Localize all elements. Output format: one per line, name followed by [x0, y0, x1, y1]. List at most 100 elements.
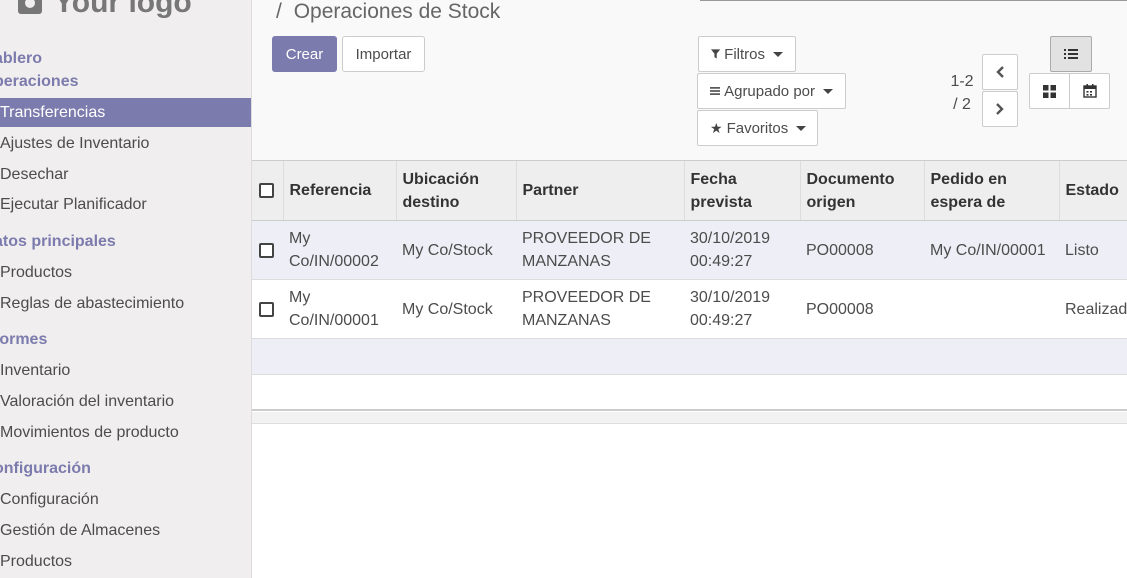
cell-text: Co/IN/00001: [289, 312, 379, 329]
sidebar-item-reglas-abastecimiento[interactable]: Reglas de abastecimiento: [0, 289, 251, 318]
sidebar-item-transferencias[interactable]: Transferencias: [0, 98, 251, 127]
filters-label: Filtros: [724, 45, 765, 63]
row-select-cell: [252, 279, 283, 339]
pager-previous-button[interactable]: [982, 54, 1018, 90]
cell-ubicacion-destino: My Co/Stock: [396, 220, 516, 280]
column-header-label: Referencia: [289, 182, 372, 199]
import-button[interactable]: Importar: [342, 36, 425, 72]
table-row[interactable]: My Co/IN/00001 My Co/Stock PROVEEDOR DE MA…: [252, 279, 1127, 339]
cell-partner: PROVEEDOR DE MANZANAS: [516, 279, 684, 339]
pager-range: 1-2: [950, 73, 974, 90]
empty-row: [252, 339, 1127, 375]
caret-down-icon: [773, 51, 783, 57]
sidebar-item-gestion-almacenes[interactable]: Gestión de Almacenes: [0, 516, 251, 545]
cell-ubicacion-destino: My Co/Stock: [396, 279, 516, 339]
cell-text: PROVEEDOR DE: [522, 230, 651, 247]
sidebar-item-productos-config[interactable]: Productos: [0, 547, 251, 576]
cell-estado: Listo: [1059, 220, 1127, 280]
pager-total: / 2: [953, 96, 971, 113]
column-header-label: Ubicación: [402, 170, 479, 188]
cell-text: 30/10/2019: [690, 230, 771, 247]
favorites-label: Favoritos: [726, 119, 789, 137]
column-header-label: Fecha: [690, 170, 737, 188]
row-checkbox[interactable]: [259, 301, 274, 317]
chevron-right-icon: [996, 103, 1004, 115]
camera-icon: [18, 0, 42, 14]
cell-partner: PROVEEDOR DE MANZANAS: [516, 220, 684, 280]
cell-text: 00:49:27: [690, 253, 753, 270]
cell-pedido-espera: My Co/IN/00001: [924, 220, 1059, 280]
control-panel: / Operaciones de Stock Crear Importar Fi…: [252, 0, 1127, 160]
sidebar-section-tablero[interactable]: ablero: [0, 50, 42, 68]
logo[interactable]: Your logo: [18, 0, 192, 20]
main-content: / Operaciones de Stock Crear Importar Fi…: [252, 0, 1127, 578]
sidebar-item-valoracion-inventario[interactable]: Valoración del inventario: [0, 387, 251, 416]
filter-icon: [711, 49, 721, 59]
page-title: Operaciones de Stock: [293, 0, 501, 23]
cell-pedido-espera: [924, 279, 1059, 339]
column-header-label: prevista: [690, 193, 752, 211]
sidebar-item-productos[interactable]: Productos: [0, 258, 251, 287]
list-view-button[interactable]: [1050, 36, 1092, 72]
breadcrumb-separator: /: [276, 0, 282, 23]
cell-fecha-prevista: 30/10/2019 00:49:27: [684, 220, 800, 280]
sidebar-section-datos-principales: atos principales: [0, 233, 116, 250]
column-header-label: origen: [806, 193, 856, 211]
column-header-ubicacion-destino[interactable]: Ubicación destino: [395, 160, 516, 221]
column-header-referencia[interactable]: Referencia: [282, 160, 396, 221]
table-row[interactable]: My Co/IN/00002 My Co/Stock PROVEEDOR DE MA…: [252, 220, 1127, 280]
cell-text: PROVEEDOR DE: [522, 289, 651, 306]
star-icon: ★: [710, 119, 723, 136]
app-window: Your logo ablero peraciones Transferenci…: [0, 0, 1127, 578]
sidebar-item-desechar[interactable]: Desechar: [0, 160, 251, 189]
column-header-label: Estado: [1065, 182, 1119, 199]
cell-text: MANZANAS: [522, 253, 611, 270]
select-all-checkbox[interactable]: [259, 183, 274, 199]
column-header-label: Documento: [806, 170, 895, 188]
group-by-dropdown[interactable]: Agrupado por: [697, 73, 846, 109]
row-select-cell: [252, 220, 283, 280]
select-all-cell: [252, 160, 283, 221]
cell-text: MANZANAS: [522, 312, 611, 329]
pager-value[interactable]: 1-2 / 2: [942, 70, 982, 116]
sidebar-item-inventario[interactable]: Inventario: [0, 356, 251, 385]
favorites-dropdown[interactable]: ★ Favoritos: [697, 110, 818, 146]
chevron-left-icon: [996, 66, 1004, 78]
cell-text: My: [289, 289, 311, 306]
filters-dropdown[interactable]: Filtros: [698, 36, 796, 72]
group-by-label: Agrupado por: [724, 82, 815, 100]
sidebar-section-operaciones: peraciones: [0, 73, 79, 90]
column-header-label: Pedido en: [930, 170, 1007, 188]
sidebar-item-movimientos-producto[interactable]: Movimientos de producto: [0, 418, 251, 447]
sidebar-item-configuracion[interactable]: Configuración: [0, 485, 251, 514]
cell-referencia: My Co/IN/00002: [283, 220, 396, 280]
calendar-view-button[interactable]: [1069, 73, 1110, 109]
caret-down-icon: [796, 125, 807, 131]
column-header-partner[interactable]: Partner: [515, 160, 684, 221]
column-header-estado[interactable]: Estado: [1058, 160, 1127, 221]
empty-row: [252, 375, 1127, 411]
calendar-icon: [1082, 84, 1097, 98]
row-checkbox[interactable]: [259, 242, 274, 258]
column-header-documento-origen[interactable]: Documento origen: [799, 160, 924, 221]
column-header-pedido-espera[interactable]: Pedido en espera de: [923, 160, 1059, 221]
kanban-view-button[interactable]: [1029, 73, 1070, 109]
sidebar: Your logo ablero peraciones Transferenci…: [0, 0, 252, 578]
sidebar-section-configuracion: onfiguración: [0, 460, 91, 477]
table-header-row: Referencia Ubicación destino Partner Fech…: [252, 160, 1127, 221]
column-header-label: destino: [402, 193, 460, 211]
cell-text: 30/10/2019: [690, 289, 771, 306]
pager-next-button[interactable]: [982, 91, 1018, 127]
sidebar-section-informes: formes: [0, 331, 48, 348]
sidebar-item-ajustes-inventario[interactable]: Ajustes de Inventario: [0, 129, 251, 158]
table-footer: [252, 412, 1127, 424]
cell-documento-origen: PO00008: [800, 279, 924, 339]
logo-text: Your logo: [54, 0, 192, 19]
create-button[interactable]: Crear: [272, 36, 337, 72]
breadcrumb: / Operaciones de Stock: [276, 0, 500, 24]
cell-referencia: My Co/IN/00001: [283, 279, 396, 339]
sidebar-item-ejecutar-planificador[interactable]: Ejecutar Planificador: [0, 190, 251, 219]
grid-icon: [1043, 84, 1056, 98]
search-bar-edge: [700, 0, 1127, 1]
column-header-fecha-prevista[interactable]: Fecha prevista: [683, 160, 800, 221]
